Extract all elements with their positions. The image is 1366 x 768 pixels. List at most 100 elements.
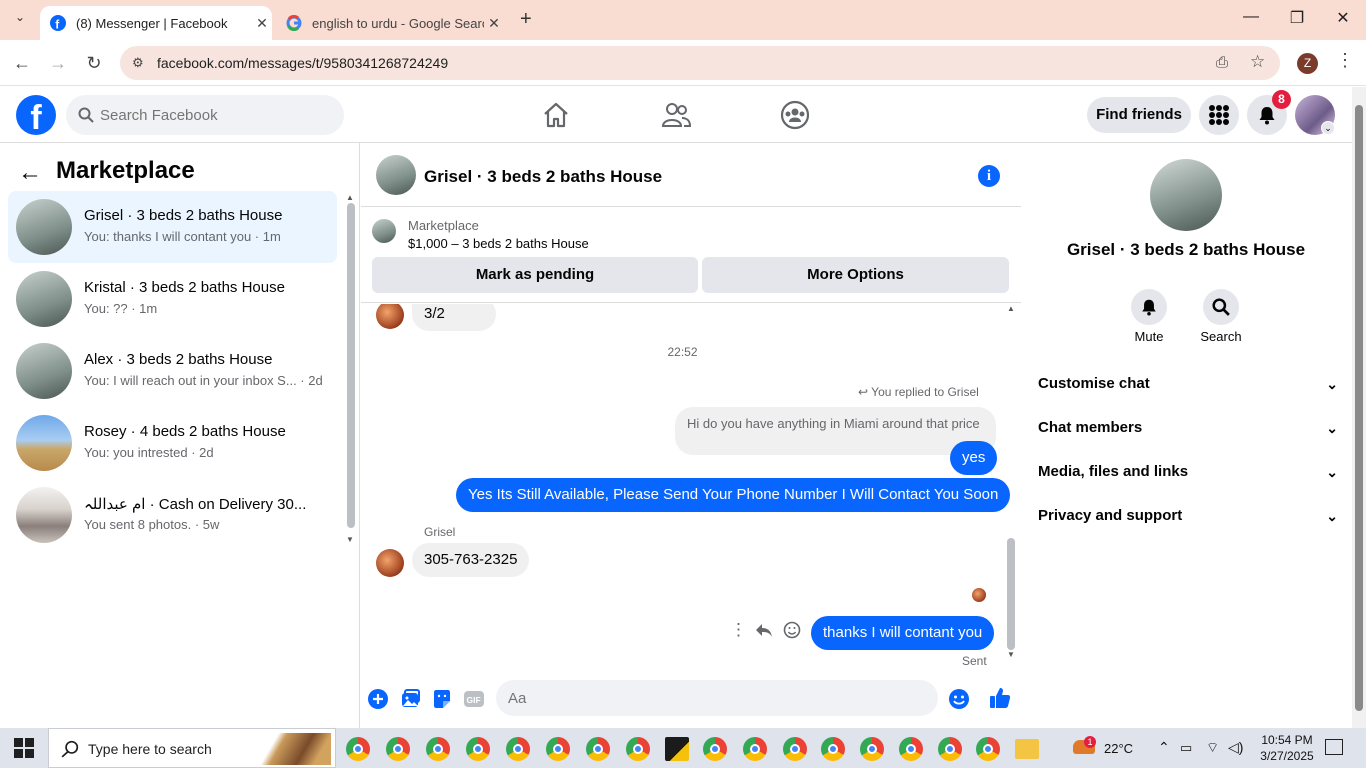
menu-dots-icon[interactable]: ⋮ — [1336, 50, 1354, 71]
wifi-icon[interactable]: ⌔ — [1206, 739, 1219, 757]
install-app-icon[interactable]: ⎙ — [1216, 54, 1228, 71]
battery-icon[interactable]: ▭ — [1180, 740, 1192, 756]
chat-avatar[interactable] — [1150, 159, 1222, 231]
clock-time[interactable]: 10:54 PM — [1252, 733, 1322, 747]
reload-icon[interactable]: ↻ — [81, 50, 107, 76]
chrome-app-icon[interactable] — [860, 737, 884, 761]
list-scrollbar[interactable] — [347, 203, 355, 528]
chat-scrollbar[interactable] — [1007, 538, 1015, 650]
outgoing-message[interactable]: thanks I will contant you — [811, 616, 995, 650]
chrome-app-icon[interactable] — [466, 737, 490, 761]
search-input[interactable] — [100, 95, 330, 135]
chrome-app-icon[interactable] — [586, 737, 610, 761]
file-explorer-app-icon[interactable] — [1015, 739, 1039, 759]
conversation-item[interactable]: Kristal · 3 beds 2 baths House You: ?? ·… — [8, 263, 337, 335]
chat-members-section[interactable]: Chat members ⌄ — [1038, 406, 1338, 450]
more-actions-icon[interactable]: ⋮ — [730, 620, 747, 640]
conversation-item[interactable]: ام عبداللہ · Cash on Delivery 30... You … — [8, 479, 337, 551]
close-tab-icon[interactable]: ✕ — [252, 15, 272, 32]
omnibox[interactable]: ⚙ facebook.com/messages/t/95803412687242… — [120, 46, 1280, 80]
chrome-app-icon[interactable] — [783, 737, 807, 761]
search-highlight-image[interactable] — [261, 733, 331, 765]
outgoing-message[interactable]: yes — [950, 441, 998, 475]
sticky-notes-app-icon[interactable] — [665, 737, 689, 761]
back-icon[interactable]: ← — [9, 50, 35, 76]
home-icon[interactable] — [540, 99, 572, 131]
info-icon[interactable]: i — [978, 165, 1000, 187]
find-friends-button[interactable]: Find friends — [1087, 97, 1191, 133]
menu-grid-button[interactable] — [1199, 95, 1239, 135]
facebook-search[interactable] — [66, 95, 344, 135]
chat-title[interactable]: Grisel · 3 beds 2 baths House — [424, 167, 662, 187]
close-window-icon[interactable]: ✕ — [1328, 8, 1358, 28]
mute-button[interactable] — [1131, 289, 1167, 325]
scroll-down-arrow-icon[interactable]: ▼ — [1007, 650, 1015, 659]
page-scrollbar[interactable] — [1352, 87, 1366, 728]
chrome-app-icon[interactable] — [626, 737, 650, 761]
clock-date[interactable]: 3/27/2025 — [1252, 749, 1322, 763]
plus-icon[interactable] — [367, 688, 389, 710]
chrome-app-icon[interactable] — [703, 737, 727, 761]
friends-icon[interactable] — [660, 99, 692, 131]
site-info-icon[interactable]: ⚙ — [132, 55, 144, 71]
chrome-app-icon[interactable] — [899, 737, 923, 761]
tab-messenger[interactable]: f (8) Messenger | Facebook ✕ — [40, 6, 272, 40]
conversation-item[interactable]: Alex · 3 beds 2 baths House You: I will … — [8, 335, 337, 407]
chrome-app-icon[interactable] — [821, 737, 845, 761]
chat-thumbnail[interactable] — [376, 155, 416, 195]
scroll-up-arrow-icon[interactable]: ▲ — [346, 193, 354, 202]
chrome-app-icon[interactable] — [976, 737, 1000, 761]
notification-center-icon[interactable] — [1325, 739, 1343, 755]
chrome-app-icon[interactable] — [546, 737, 570, 761]
emoji-icon[interactable] — [948, 688, 970, 710]
conversation-item[interactable]: Grisel · 3 beds 2 baths House You: thank… — [8, 191, 337, 263]
search-button[interactable] — [1203, 289, 1239, 325]
scroll-up-arrow-icon[interactable]: ▲ — [1007, 304, 1015, 313]
photo-icon[interactable] — [399, 688, 421, 710]
privacy-support-section[interactable]: Privacy and support ⌄ — [1038, 494, 1338, 538]
bookmark-star-icon[interactable]: ☆ — [1250, 52, 1265, 72]
restore-icon[interactable]: ❐ — [1282, 8, 1312, 28]
close-tab-icon[interactable]: ✕ — [484, 15, 504, 32]
sticker-icon[interactable] — [431, 688, 453, 710]
message-input[interactable] — [496, 680, 938, 716]
minimize-icon[interactable]: — — [1236, 8, 1266, 26]
groups-icon[interactable] — [779, 99, 811, 131]
media-files-links-section[interactable]: Media, files and links ⌄ — [1038, 450, 1338, 494]
chrome-app-icon[interactable] — [346, 737, 370, 761]
forward-icon[interactable]: → — [45, 50, 71, 76]
listing-price[interactable]: $1,000 – 3 beds 2 baths House — [408, 236, 589, 251]
chrome-app-icon[interactable] — [743, 737, 767, 761]
like-thumb-icon[interactable] — [988, 686, 1012, 710]
profile-avatar[interactable]: Z — [1297, 53, 1318, 74]
back-arrow-icon[interactable]: ← — [18, 159, 42, 187]
chrome-app-icon[interactable] — [386, 737, 410, 761]
incoming-message[interactable]: 305-763-2325 — [412, 543, 530, 577]
more-options-button[interactable]: More Options — [702, 257, 1009, 293]
chevron-up-icon[interactable]: ⌃ — [1158, 739, 1170, 756]
page-scroll-thumb[interactable] — [1355, 105, 1363, 711]
chrome-app-icon[interactable] — [426, 737, 450, 761]
scroll-down-arrow-icon[interactable]: ▼ — [346, 535, 354, 544]
taskbar-search[interactable]: Type here to search — [48, 728, 336, 768]
chrome-app-icon[interactable] — [506, 737, 530, 761]
conversation-item[interactable]: Rosey · 4 beds 2 baths House You: you in… — [8, 407, 337, 479]
outgoing-message[interactable]: Yes Its Still Available, Please Send You… — [456, 478, 1011, 512]
react-emoji-icon[interactable] — [783, 621, 801, 639]
volume-icon[interactable]: ◁) — [1228, 739, 1243, 756]
customise-chat-section[interactable]: Customise chat ⌄ — [1038, 362, 1338, 406]
quoted-message[interactable]: Hi do you have anything in Miami around … — [675, 407, 996, 455]
new-tab-icon[interactable]: + — [520, 8, 532, 31]
tab-google-search[interactable]: english to urdu - Google Search ✕ — [276, 6, 504, 40]
mark-pending-button[interactable]: Mark as pending — [372, 257, 698, 293]
gif-icon[interactable]: GIF — [463, 688, 485, 710]
tab-search-chevron-icon[interactable]: ⌄ — [8, 10, 32, 30]
chevron-down-icon[interactable]: ⌄ — [1321, 121, 1335, 135]
facebook-logo[interactable]: f — [16, 95, 56, 135]
chrome-app-icon[interactable] — [938, 737, 962, 761]
url-text[interactable]: facebook.com/messages/t/9580341268724249 — [157, 55, 448, 71]
windows-start-icon[interactable] — [14, 738, 34, 758]
reply-icon[interactable] — [755, 622, 773, 638]
temperature[interactable]: 22°C — [1104, 741, 1133, 756]
conversation-name: Rosey · 4 beds 2 baths House — [84, 423, 286, 440]
